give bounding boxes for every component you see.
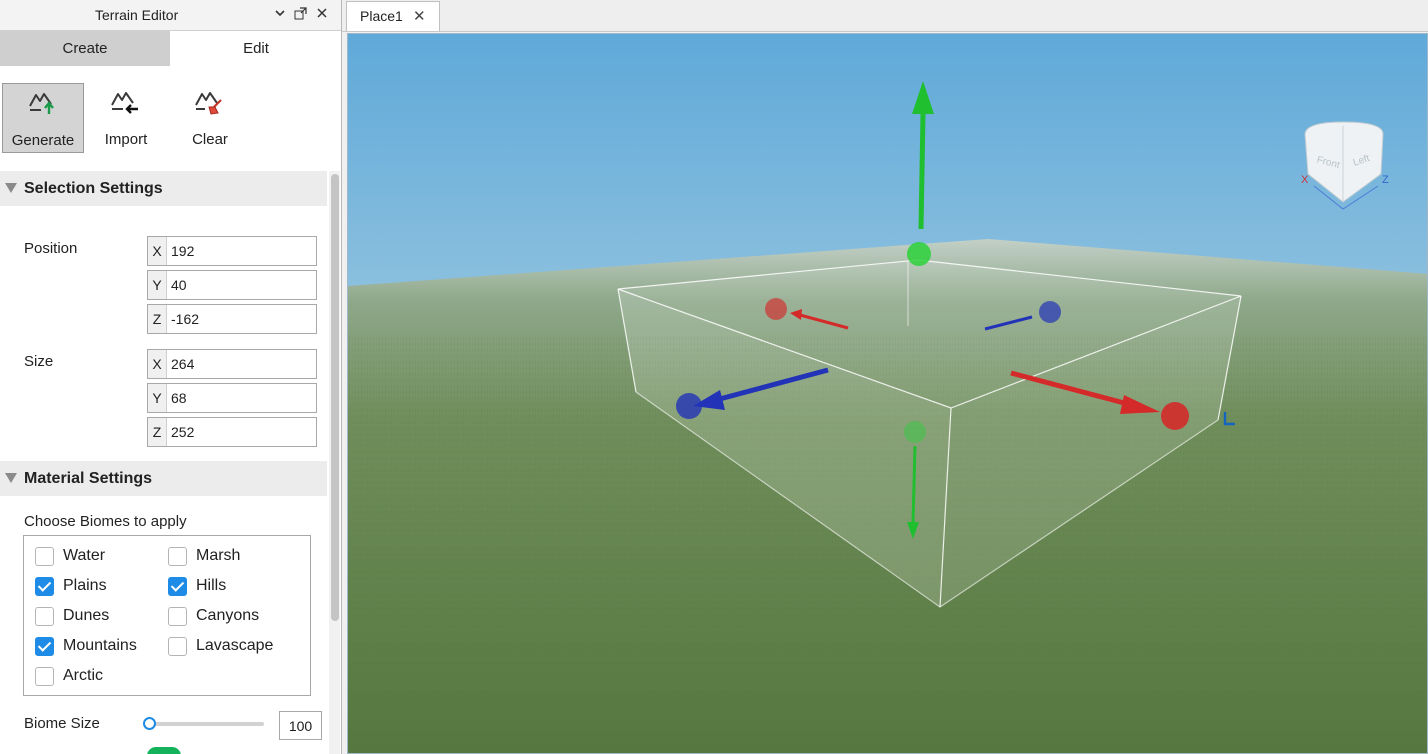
size-x-input[interactable] bbox=[171, 354, 311, 374]
water-label: Water bbox=[63, 547, 106, 564]
material-settings-header[interactable]: Material Settings bbox=[0, 461, 327, 496]
position-y-field[interactable]: Y bbox=[147, 270, 317, 300]
mountains-checkbox[interactable] bbox=[35, 637, 54, 656]
plains-checkbox[interactable] bbox=[35, 577, 54, 596]
size-x-field[interactable]: X bbox=[147, 349, 317, 379]
position-x-input[interactable] bbox=[171, 241, 311, 261]
selection-settings-title: Selection Settings bbox=[24, 180, 163, 197]
axis-z-label: Z bbox=[148, 305, 167, 333]
biome-size-input[interactable]: 100 bbox=[279, 711, 322, 740]
dunes-label: Dunes bbox=[63, 607, 110, 624]
material-settings-title: Material Settings bbox=[24, 470, 153, 487]
marsh-label: Marsh bbox=[196, 547, 241, 564]
selection-settings-header[interactable]: Selection Settings bbox=[0, 171, 327, 206]
tool-bar: Generate Import Clear bbox=[0, 66, 330, 170]
water-checkbox[interactable] bbox=[35, 547, 54, 566]
collapse-triangle-icon bbox=[5, 473, 17, 483]
size-z-field[interactable]: Z bbox=[147, 417, 317, 447]
chevron-down-icon[interactable] bbox=[272, 7, 288, 23]
close-icon[interactable] bbox=[314, 7, 330, 23]
lavascape-label: Lavascape bbox=[196, 637, 274, 654]
tab-edit[interactable]: Edit bbox=[170, 31, 341, 66]
biome-size-label: Biome Size bbox=[24, 715, 100, 732]
position-y-input[interactable] bbox=[171, 275, 311, 295]
size-y-input[interactable] bbox=[171, 388, 311, 408]
axis-z-label: Z bbox=[148, 418, 167, 446]
position-z-input[interactable] bbox=[171, 309, 311, 329]
size-label: Size bbox=[24, 353, 54, 370]
axis-y-label: Y bbox=[148, 384, 167, 412]
import-label: Import bbox=[104, 131, 148, 148]
biome-size-slider-thumb[interactable] bbox=[143, 717, 156, 730]
hills-label: Hills bbox=[196, 577, 227, 594]
clear-button[interactable]: Clear bbox=[169, 83, 251, 153]
tab-place1-label: Place1 bbox=[360, 8, 403, 24]
choose-biomes-label: Choose Biomes to apply bbox=[24, 513, 187, 530]
panel-title: Terrain Editor bbox=[95, 7, 179, 23]
view-cube-axis-x: X bbox=[1301, 174, 1309, 186]
hills-checkbox[interactable] bbox=[168, 577, 187, 596]
canyons-label: Canyons bbox=[196, 607, 260, 624]
view-cube-axis-z: Z bbox=[1382, 174, 1389, 186]
terrain-editor-panel: Terrain Editor Create Edit Generate Impo… bbox=[0, 0, 342, 754]
arctic-label: Arctic bbox=[63, 667, 103, 684]
canyons-checkbox[interactable] bbox=[168, 607, 187, 626]
option-toggle[interactable] bbox=[147, 747, 181, 754]
biome-size-slider-track[interactable] bbox=[148, 722, 264, 726]
generate-terrain-icon bbox=[29, 93, 54, 114]
generate-label: Generate bbox=[11, 132, 75, 149]
position-z-field[interactable]: Z bbox=[147, 304, 317, 334]
document-tab-bar: Place1 ✕ bbox=[342, 0, 1428, 32]
position-x-field[interactable]: X bbox=[147, 236, 317, 266]
size-z-input[interactable] bbox=[171, 422, 311, 442]
axis-x-label: X bbox=[148, 237, 167, 265]
axis-y-label: Y bbox=[148, 271, 167, 299]
position-label: Position bbox=[24, 240, 78, 257]
biome-checklist: Water Marsh Plains Hills Dunes Canyons M… bbox=[23, 535, 311, 696]
scene-render: Front Left X Z bbox=[348, 34, 1427, 753]
tab-place1[interactable]: Place1 ✕ bbox=[346, 1, 440, 31]
panel-scrollbar-thumb[interactable] bbox=[331, 174, 339, 621]
axis-x-label: X bbox=[148, 350, 167, 378]
size-y-field[interactable]: Y bbox=[147, 383, 317, 413]
mode-tabs: Create Edit bbox=[0, 31, 341, 66]
tab-create[interactable]: Create bbox=[0, 31, 170, 66]
import-button[interactable]: Import bbox=[85, 83, 167, 153]
undock-icon[interactable] bbox=[292, 7, 308, 23]
plains-label: Plains bbox=[63, 577, 107, 594]
dunes-checkbox[interactable] bbox=[35, 607, 54, 626]
marsh-checkbox[interactable] bbox=[168, 547, 187, 566]
lavascape-checkbox[interactable] bbox=[168, 637, 187, 656]
panel-titlebar: Terrain Editor bbox=[0, 0, 341, 31]
arctic-checkbox[interactable] bbox=[35, 667, 54, 686]
3d-viewport[interactable]: Front Left X Z bbox=[347, 33, 1428, 754]
generate-button[interactable]: Generate bbox=[2, 83, 84, 153]
clear-label: Clear bbox=[192, 131, 228, 148]
tab-close-icon[interactable]: ✕ bbox=[413, 7, 426, 25]
clear-terrain-icon bbox=[195, 92, 222, 115]
mountains-label: Mountains bbox=[63, 637, 137, 654]
import-terrain-icon bbox=[111, 92, 138, 114]
collapse-triangle-icon bbox=[5, 183, 17, 193]
